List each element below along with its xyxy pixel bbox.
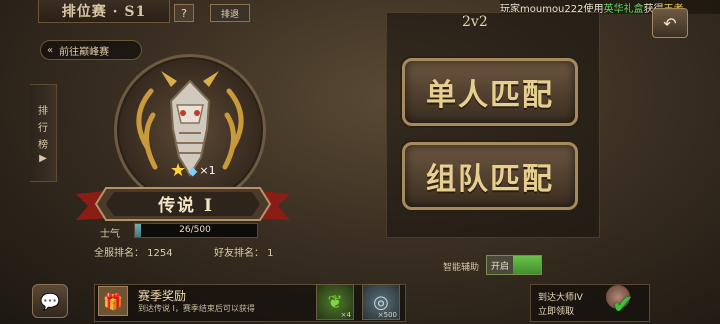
check-icon[interactable]: ✔ — [612, 290, 634, 320]
morale-label: 士气 — [100, 229, 120, 240]
play-arrow-icon: ▶ — [39, 153, 47, 164]
server-rank: 全服排名： 1254 — [94, 248, 173, 259]
reward-item-coin[interactable]: ◎ ×500 — [362, 284, 400, 320]
claim-title: 到达大师IV — [538, 293, 583, 303]
star-icon: ★ — [170, 160, 187, 181]
exit-button[interactable]: 排退 — [210, 4, 250, 22]
marquee-item: 英华礼盒 — [603, 4, 644, 14]
reward-title: 赛季奖励 — [138, 289, 187, 303]
assist-toggle-label: 开启 — [487, 256, 513, 274]
solo-match-button[interactable]: 单人匹配 — [402, 58, 578, 126]
chat-bubble-icon: 💬 — [40, 291, 60, 311]
double-chevron-left-icon: « — [47, 44, 54, 56]
leaderboard-label-2: 行 — [38, 123, 48, 134]
leaderboard-label-3: 榜 — [38, 140, 48, 151]
leaderboard-tab[interactable]: 排 行 榜 ▶ — [30, 84, 57, 182]
smart-assist-toggle[interactable]: 开启 — [486, 255, 542, 275]
item-count: ×4 — [340, 311, 351, 319]
rank-emblem — [114, 54, 266, 206]
reward-item-leaf[interactable]: ❦ ×4 — [316, 284, 354, 320]
rank-name: 传说 I — [158, 195, 214, 216]
reward-desc: 到达传说 I，赛季结束后可以获得 — [138, 304, 255, 313]
chat-button[interactable]: 💬 — [32, 284, 68, 318]
item-count: ×500 — [377, 311, 397, 319]
help-button[interactable]: ? — [174, 4, 194, 22]
claim-subtitle: 立即领取 — [538, 307, 575, 317]
leaf-icon: ❦ — [327, 291, 343, 313]
back-arrow-icon: ↶ — [663, 13, 677, 33]
rank-stars: ★ ◆ ×1 — [170, 160, 216, 181]
gift-icon: 🎁 — [98, 286, 128, 316]
gem-icon: ◆ — [188, 163, 198, 178]
smart-assist-label: 智能辅助 — [443, 263, 480, 273]
star-count: ×1 — [199, 164, 216, 177]
coin-icon: ◎ — [373, 291, 389, 313]
assist-toggle-knob — [513, 256, 541, 274]
friend-rank: 好友排名： 1 — [214, 248, 274, 259]
dragon-crest-icon — [136, 71, 244, 177]
season-title: 排位赛 · S1 — [38, 0, 170, 23]
peak-link-label: 前往巅峰赛 — [59, 46, 110, 58]
morale-value: 26/500 — [179, 224, 211, 235]
leaderboard-label-1: 排 — [38, 106, 48, 117]
team-match-button[interactable]: 组队匹配 — [402, 142, 578, 210]
back-button[interactable]: ↶ — [652, 8, 688, 38]
mode-title: 2v2 — [462, 14, 488, 30]
